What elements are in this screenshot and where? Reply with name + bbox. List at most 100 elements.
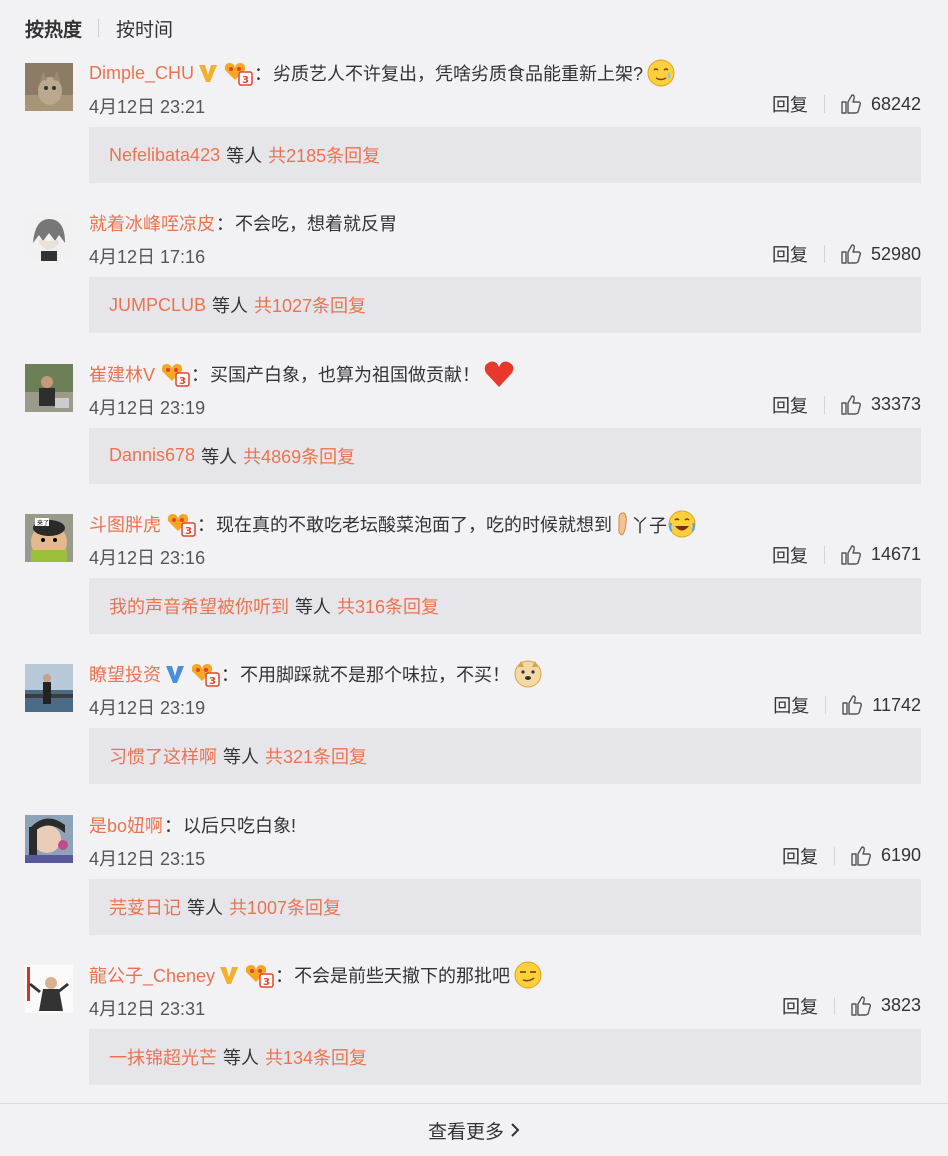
- reply-username[interactable]: 习惯了这样啊: [109, 743, 217, 769]
- action-divider: [833, 996, 835, 1015]
- svg-text:来了: 来了: [37, 520, 49, 527]
- reply-count-link[interactable]: 共1007条回复: [229, 894, 341, 920]
- vip-badge-icon: 3: [221, 60, 253, 86]
- colon-separator: ：: [164, 815, 183, 836]
- thumbs-up-icon: [840, 544, 862, 566]
- vip-badge-icon: 3: [188, 661, 220, 687]
- reply-username[interactable]: Nefelibata423: [109, 145, 220, 166]
- sort-by-time-tab[interactable]: 按时间: [116, 15, 173, 42]
- reply-and-others: 等人: [212, 296, 249, 317]
- reply-summary[interactable]: Dannis678 等人 共4869条回复: [89, 427, 921, 484]
- avatar[interactable]: [25, 363, 73, 412]
- reply-button[interactable]: 回复: [772, 91, 808, 117]
- like-button[interactable]: 52980: [840, 243, 921, 265]
- comment-text: 不用脚踩就不是那个味拉，不买！: [240, 665, 510, 686]
- reply-count-link[interactable]: 共134条回复: [265, 1044, 367, 1070]
- avatar[interactable]: [25, 964, 73, 1013]
- view-more-button[interactable]: 查看更多: [0, 1104, 948, 1156]
- comment-username[interactable]: 是bo妞啊: [89, 812, 163, 838]
- sort-by-hot-tab[interactable]: 按热度: [25, 15, 82, 42]
- reply-button[interactable]: 回复: [773, 692, 809, 718]
- comment-line: 崔建林V 3 ：买国产白象，也算为祖国做贡献！: [89, 357, 515, 391]
- reply-summary[interactable]: 习惯了这样啊 等人 共321条回复: [89, 728, 921, 785]
- comment-timestamp: 4月12日 23:16: [89, 547, 206, 568]
- comment-actions: 回复 52980: [772, 240, 921, 268]
- comment-item: 瞭望投资 3 ：不用脚踩就不是那个味拉，不买！ 4月12日 23:19 回复 11742 习…: [0, 653, 948, 803]
- comment-actions: 回复 14671: [772, 541, 921, 569]
- doge-emoji: [513, 659, 543, 689]
- avatar[interactable]: [25, 63, 73, 111]
- like-count: 6190: [880, 845, 921, 865]
- reply-summary[interactable]: 我的声音希望被你听到 等人 共316条回复: [89, 577, 921, 634]
- thumbs-up-icon: [840, 394, 862, 416]
- avatar[interactable]: [25, 213, 73, 262]
- like-button[interactable]: 33373: [840, 394, 921, 416]
- reply-count-link[interactable]: 共1027条回复: [254, 292, 366, 318]
- comment-item: 来了 斗图胖虎 3 ：现在真的不敢吃老坛酸菜泡面了，吃的时候就想到 丫子 4月12日 23…: [0, 503, 948, 653]
- comment-username[interactable]: Dimple_CHU: [89, 63, 194, 84]
- reply-button[interactable]: 回复: [772, 392, 808, 418]
- like-button[interactable]: 6190: [850, 845, 921, 867]
- reply-button[interactable]: 回复: [782, 993, 818, 1019]
- svg-text:3: 3: [209, 676, 216, 687]
- reply-username[interactable]: JUMPCLUB: [109, 295, 206, 316]
- avatar[interactable]: 来了: [25, 513, 73, 562]
- smirk-emoji: [513, 960, 543, 990]
- comment-username[interactable]: 斗图胖虎: [89, 511, 161, 537]
- like-count: 68242: [870, 93, 921, 114]
- sort-divider: [98, 19, 100, 37]
- comment-item: 是bo妞啊：以后只吃白象! 4月12日 23:15 回复 6190 芫荽日记 等人 共100…: [0, 804, 948, 954]
- reply-summary[interactable]: 一抹锦超光芒 等人 共134条回复: [89, 1028, 921, 1085]
- chevron-right-icon: [510, 1122, 520, 1138]
- comment-text: 现在真的不敢吃老坛酸菜泡面了，吃的时候就想到: [216, 514, 612, 535]
- avatar[interactable]: [25, 814, 73, 863]
- colon-separator: ：: [191, 364, 210, 385]
- comment-actions: 回复 6190: [782, 842, 921, 870]
- comment-timestamp: 4月12日 17:16: [89, 247, 206, 268]
- like-button[interactable]: 68242: [840, 93, 921, 115]
- comment-text: 劣质艺人不许复出，凭啥劣质食品能重新上架?: [273, 64, 644, 84]
- thumbs-up-icon: [850, 845, 872, 867]
- reply-summary[interactable]: 芫荽日记 等人 共1007条回复: [89, 878, 921, 935]
- reply-count-link[interactable]: 共2185条回复: [268, 142, 380, 168]
- vip-badge-icon: 3: [164, 511, 196, 537]
- comment-username[interactable]: 崔建林V: [89, 361, 155, 387]
- colon-separator: ：: [197, 514, 215, 535]
- comment-item: Dimple_CHU 3 ：劣质艺人不许复出，凭啥劣质食品能重新上架? 4月12日 2…: [0, 52, 948, 202]
- like-count: 14671: [870, 544, 921, 565]
- like-count: 52980: [870, 243, 921, 264]
- comment-username[interactable]: 龍公子_Cheney: [89, 962, 215, 988]
- like-button[interactable]: 3823: [850, 995, 921, 1017]
- like-button[interactable]: 14671: [840, 544, 921, 566]
- reply-username[interactable]: Dannis678: [109, 445, 195, 466]
- colon-separator: ：: [275, 965, 294, 986]
- reply-username[interactable]: 芫荽日记: [109, 894, 181, 920]
- comment-timestamp: 4月12日 23:19: [89, 397, 206, 418]
- comment-timestamp: 4月12日 23:19: [89, 698, 206, 719]
- reply-summary[interactable]: JUMPCLUB 等人 共1027条回复: [89, 277, 921, 334]
- comment-item: 龍公子_Cheney 3 ：不会是前些天撤下的那批吧 4月12日 23:31 回复 382…: [0, 954, 948, 1104]
- avatar[interactable]: [25, 664, 73, 713]
- comment-username[interactable]: 就着冰峰咥凉皮: [89, 210, 215, 236]
- comment-timestamp: 4月12日 23:15: [89, 848, 206, 869]
- sort-bar: 按热度 按时间: [25, 14, 173, 42]
- reply-count-link[interactable]: 共316条回复: [337, 593, 439, 619]
- reply-and-others: 等人: [201, 446, 238, 467]
- reply-button[interactable]: 回复: [772, 241, 808, 267]
- reply-summary[interactable]: Nefelibata423 等人 共2185条回复: [89, 127, 921, 183]
- reply-button[interactable]: 回复: [772, 542, 808, 568]
- thumbs-up-icon: [841, 694, 863, 716]
- comment-username[interactable]: 瞭望投资: [89, 661, 161, 687]
- reply-username[interactable]: 一抹锦超光芒: [109, 1044, 217, 1070]
- reply-username[interactable]: 我的声音希望被你听到: [109, 593, 289, 619]
- svg-text:3: 3: [179, 376, 186, 387]
- vip-badge-icon: 3: [158, 361, 190, 387]
- like-button[interactable]: 11742: [841, 694, 921, 716]
- reply-count-link[interactable]: 共321条回复: [265, 743, 367, 769]
- action-divider: [823, 245, 825, 264]
- heart-emoji: [483, 359, 515, 389]
- reply-count-link[interactable]: 共4869条回复: [243, 443, 355, 469]
- reply-button[interactable]: 回复: [782, 843, 818, 869]
- view-more-label: 查看更多: [427, 1121, 504, 1143]
- comment-line: 瞭望投资 3 ：不用脚踩就不是那个味拉，不买！: [89, 657, 543, 691]
